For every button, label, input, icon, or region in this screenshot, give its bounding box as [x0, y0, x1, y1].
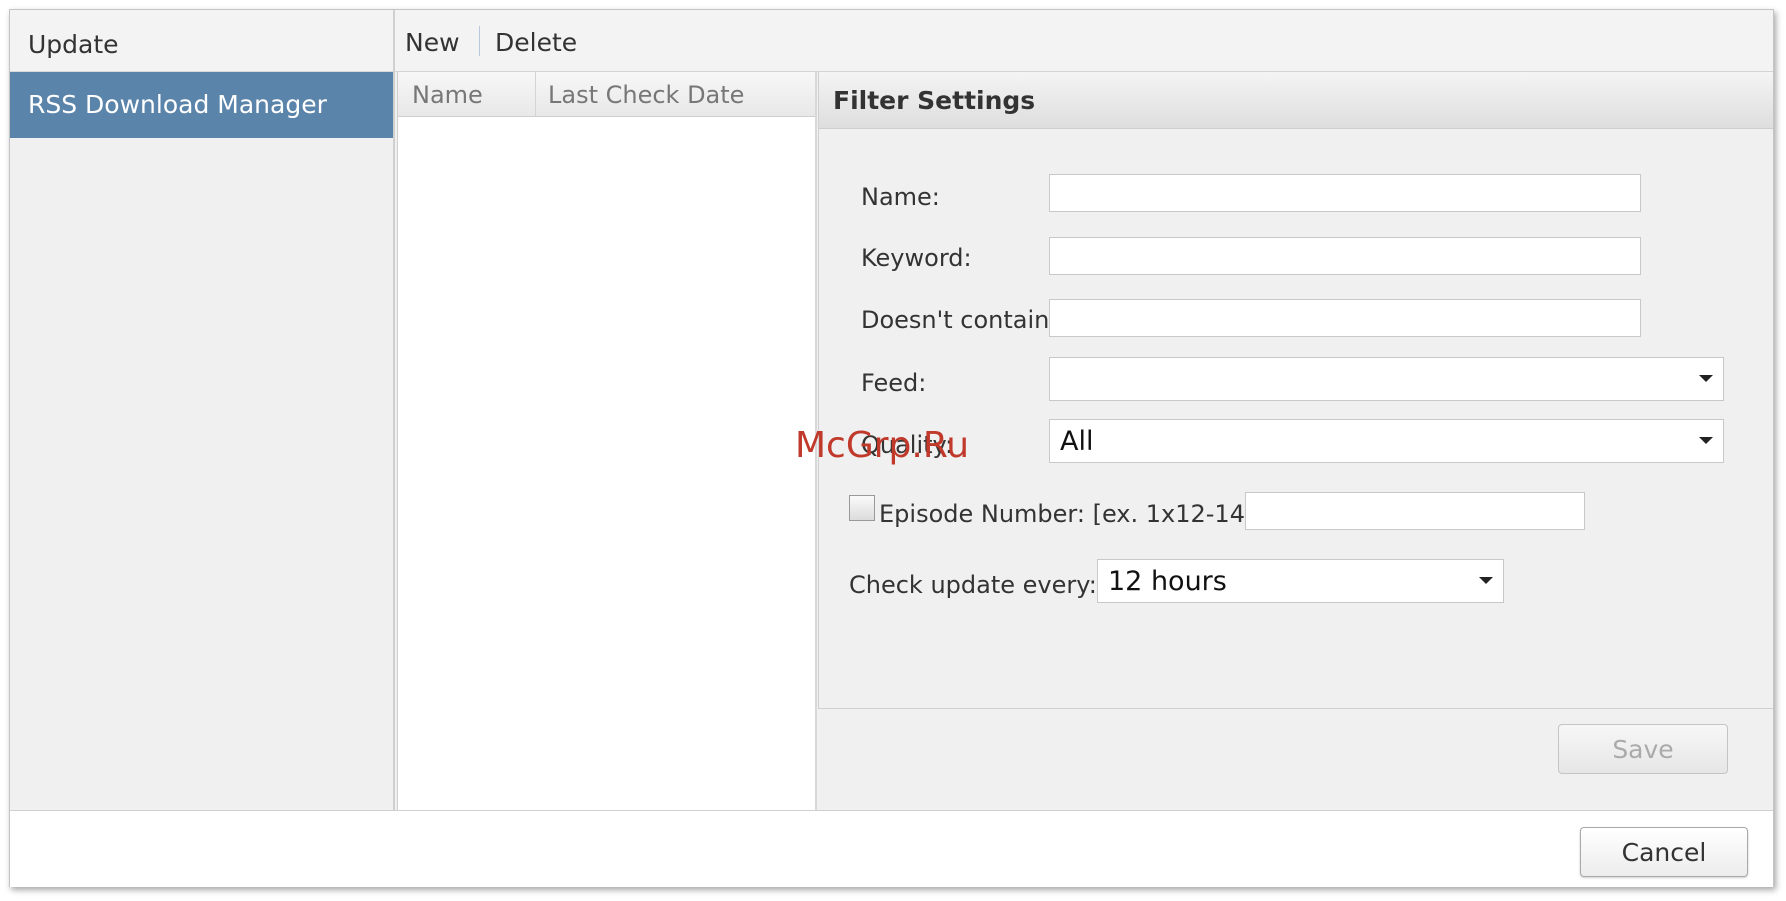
episode-number-checkbox[interactable] [849, 495, 875, 521]
column-divider[interactable] [535, 72, 536, 116]
chevron-down-icon [1699, 437, 1713, 444]
toolbar: New Delete [395, 10, 1773, 72]
delete-button[interactable]: Delete [495, 28, 577, 57]
episode-number-label: Episode Number: [ex. 1x12-14] [879, 500, 1255, 528]
feed-label: Feed: [861, 369, 927, 397]
doesnt-contain-label: Doesn't contain: [861, 306, 1058, 334]
name-input[interactable] [1049, 174, 1641, 212]
keyword-input[interactable] [1049, 237, 1641, 275]
check-update-label: Check update every: [849, 571, 1097, 599]
watermark-text: McGrp.Ru [795, 425, 970, 466]
column-name[interactable]: Name [412, 81, 483, 109]
cancel-button[interactable]: Cancel [1580, 827, 1748, 877]
name-label: Name: [861, 183, 940, 211]
check-update-value: 12 hours [1108, 566, 1227, 597]
quality-value: All [1060, 426, 1094, 457]
toolbar-divider [479, 26, 480, 56]
column-last-check-date[interactable]: Last Check Date [548, 81, 744, 109]
settings-nav: Update RSS Download Manager [10, 10, 395, 810]
check-update-select[interactable]: 12 hours [1097, 559, 1504, 603]
feed-select[interactable] [1049, 357, 1724, 401]
save-button[interactable]: Save [1558, 724, 1728, 774]
filter-settings-panel: Filter Settings Name: Keyword: Doesn't c… [818, 72, 1773, 709]
filter-settings-title: Filter Settings [819, 72, 1773, 129]
chevron-down-icon [1699, 375, 1713, 382]
new-button[interactable]: New [405, 28, 460, 57]
chevron-down-icon [1479, 577, 1493, 584]
doesnt-contain-input[interactable] [1049, 299, 1641, 337]
nav-item-update[interactable]: Update [10, 10, 393, 72]
keyword-label: Keyword: [861, 244, 972, 272]
nav-item-rss-download-manager[interactable]: RSS Download Manager [10, 72, 393, 138]
episode-number-input[interactable] [1245, 492, 1585, 530]
list-header: Name Last Check Date [398, 72, 815, 117]
quality-select[interactable]: All [1049, 419, 1724, 463]
filter-list[interactable]: Name Last Check Date [397, 72, 817, 812]
dialog-footer: Cancel [10, 810, 1773, 887]
